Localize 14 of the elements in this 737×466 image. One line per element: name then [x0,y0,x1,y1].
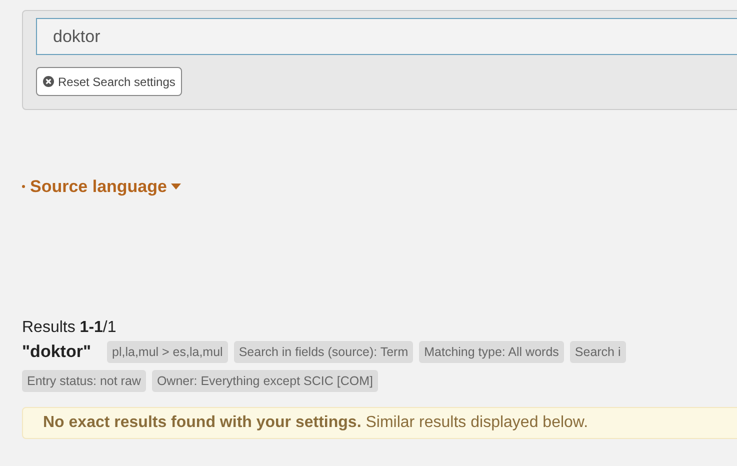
close-icon [43,76,54,87]
filter-tag: Owner: Everything except SCIC [COM] [152,370,378,392]
no-results-notice: No exact results found with your settings. Similar results displayed below. [22,406,737,438]
filter-tag: Entry status: not raw [22,370,146,392]
filter-tag: Search i [570,340,626,362]
filter-tag: pl,la,mul > es,la,mul [107,340,228,362]
search-query: "doktor" [22,342,92,362]
source-language-toggle[interactable]: Source language [22,176,181,196]
caret-icon [170,183,181,190]
filter-tag: Search in fields (source): Term [234,340,414,362]
search-field[interactable]: doktor [36,18,737,55]
reset-search-button[interactable]: Reset Search settings [36,67,182,96]
results-count: Results 1-1/1 [22,318,118,336]
filter-tag: Matching type: All words [419,340,564,362]
